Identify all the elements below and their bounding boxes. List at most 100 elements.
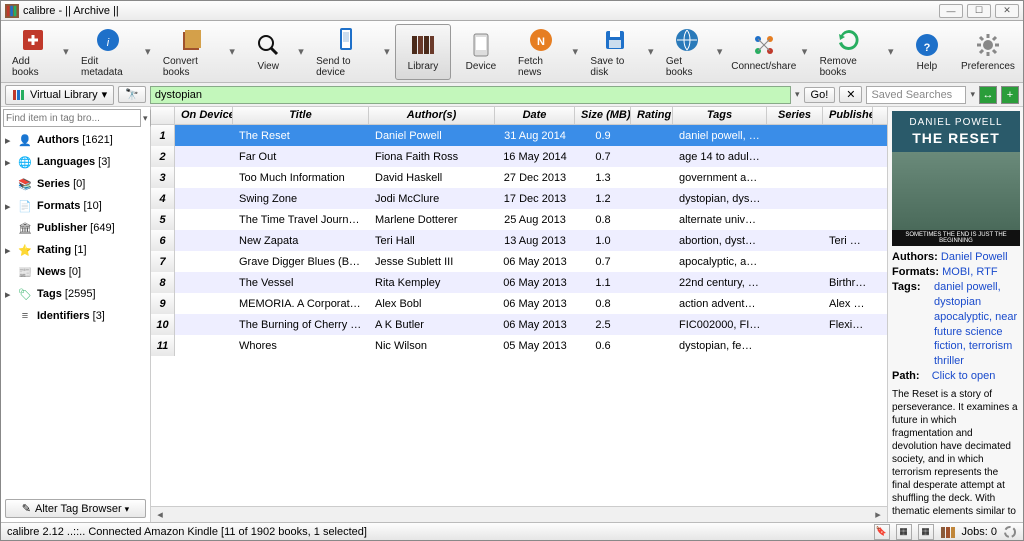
cell-size: 0.6 — [575, 338, 631, 354]
chevron-down-icon[interactable]: ▾ — [298, 45, 307, 58]
connect-share-button[interactable]: Connect/share — [728, 24, 800, 80]
category-publisher[interactable]: 🏛Publisher [649] — [1, 217, 150, 239]
saved-searches-input[interactable] — [866, 86, 966, 104]
chevron-down-icon[interactable]: ▾ — [648, 45, 657, 58]
app-icon — [5, 4, 19, 18]
preferences-button[interactable]: Preferences — [957, 24, 1019, 80]
chevron-down-icon[interactable]: ▾ — [717, 45, 726, 58]
category-identifiers[interactable]: ≡Identifiers [3] — [1, 305, 150, 327]
category-label: Identifiers [3] — [37, 310, 105, 322]
table-row[interactable]: 1The ResetDaniel Powell31 Aug 20140.9dan… — [151, 125, 887, 146]
add-books-button[interactable]: Add books — [5, 24, 61, 80]
go-button[interactable]: Go! — [804, 87, 836, 103]
chevron-down-icon[interactable]: ▾ — [63, 45, 72, 58]
device-button[interactable]: Device — [453, 24, 509, 80]
jobs-label[interactable]: Jobs: 0 — [962, 526, 997, 538]
chevron-down-icon[interactable]: ▾ — [145, 45, 154, 58]
tags-link[interactable]: daniel powell, dystopian apocalyptic, ne… — [934, 280, 1019, 369]
add-saved-button[interactable]: + — [1001, 86, 1019, 104]
cell-tags: abortion, dystopia... — [673, 233, 767, 249]
table-row[interactable]: 5The Time Travel Journals: Bridgebu...Ma… — [151, 209, 887, 230]
search-dropdown-icon[interactable]: ▾ — [795, 89, 800, 100]
cell-tags: dystopian, dystopi... — [673, 191, 767, 207]
table-row[interactable]: 3Too Much InformationDavid Haskell27 Dec… — [151, 167, 887, 188]
get-books-button[interactable]: Get books — [659, 24, 715, 80]
chevron-down-icon[interactable]: ▾ — [384, 45, 393, 58]
binoculars-button[interactable]: 🔭 — [118, 86, 146, 103]
view-button[interactable]: View — [240, 24, 296, 80]
col-title[interactable]: Title — [233, 107, 369, 124]
find-tag-input[interactable] — [3, 109, 141, 127]
category-formats[interactable]: ▸📄Formats [10] — [1, 195, 150, 217]
category-label: Languages [3] — [37, 156, 110, 168]
layout-icon[interactable]: ▦ — [896, 524, 912, 540]
col-tags[interactable]: Tags — [673, 107, 767, 124]
chevron-down-icon[interactable]: ▾ — [229, 45, 238, 58]
table-row[interactable]: 8The VesselRita Kempley06 May 20131.122n… — [151, 272, 887, 293]
cell-series — [767, 218, 823, 222]
cell-author: Alex Bobl — [369, 296, 495, 312]
convert-books-icon — [178, 26, 206, 54]
table-row[interactable]: 11WhoresNic Wilson05 May 20130.6dystopia… — [151, 335, 887, 356]
cell-tags: government abus... — [673, 170, 767, 186]
category-rating[interactable]: ▸⭐Rating [1] — [1, 239, 150, 261]
grid-icon[interactable]: ▦ — [918, 524, 934, 540]
add-books-icon — [19, 26, 47, 54]
chevron-down-icon[interactable]: ▾ — [802, 45, 811, 58]
search-input[interactable] — [150, 86, 791, 104]
category-languages[interactable]: ▸🌐Languages [3] — [1, 151, 150, 173]
books-status-icon[interactable] — [940, 524, 956, 540]
category-icon: 📄 — [17, 198, 33, 214]
jobs-spinner-icon[interactable] — [1003, 525, 1017, 539]
table-row[interactable]: 10The Burning of Cherry HillA K Butler06… — [151, 314, 887, 335]
table-row[interactable]: 2Far OutFiona Faith Ross16 May 20140.7ag… — [151, 146, 887, 167]
category-news[interactable]: 📰News [0] — [1, 261, 150, 283]
saved-dropdown-icon[interactable]: ▾ — [970, 89, 975, 100]
col-rating[interactable]: Rating — [631, 107, 673, 124]
cover-image[interactable]: DANIEL POWELL THE RESET SOMETIMES THE EN… — [892, 111, 1020, 246]
maximize-button[interactable]: ☐ — [967, 4, 991, 18]
cell-date: 05 May 2013 — [495, 338, 575, 354]
find-dropdown-icon[interactable]: ▾ — [143, 113, 148, 124]
col-publisher[interactable]: Publisher — [823, 107, 873, 124]
col-authors[interactable]: Author(s) — [369, 107, 495, 124]
category-series[interactable]: 📚Series [0] — [1, 173, 150, 195]
horizontal-scrollbar[interactable]: ◂▸ — [151, 506, 887, 522]
arrows-button[interactable]: ↔ — [979, 86, 997, 104]
fetch-news-button[interactable]: NFetch news — [511, 24, 571, 80]
expand-icon: ▸ — [5, 288, 13, 301]
authors-link[interactable]: Daniel Powell — [941, 251, 1008, 263]
chevron-down-icon[interactable]: ▾ — [573, 45, 582, 58]
cell-author: David Haskell — [369, 170, 495, 186]
help-button[interactable]: ?Help — [899, 24, 955, 80]
get-books-icon — [673, 26, 701, 54]
path-link[interactable]: Click to open — [932, 370, 996, 382]
send-to-device-button[interactable]: Send to device — [309, 24, 382, 80]
toolbar-label: View — [257, 61, 279, 72]
cell-size: 1.1 — [575, 275, 631, 291]
remove-books-button[interactable]: Remove books — [813, 24, 886, 80]
clear-search-button[interactable]: ✕ — [839, 86, 862, 103]
device-icon — [467, 31, 495, 59]
col-date[interactable]: Date — [495, 107, 575, 124]
edit-metadata-button[interactable]: iEdit metadata — [74, 24, 143, 80]
table-row[interactable]: 4Swing ZoneJodi McClure17 Dec 20131.2dys… — [151, 188, 887, 209]
alter-tag-browser-button[interactable]: ✎Alter Tag Browser ▾ — [5, 499, 146, 518]
tag-icon[interactable]: 🔖 — [874, 524, 890, 540]
table-row[interactable]: 7Grave Digger Blues (Bare Bones Edi...Je… — [151, 251, 887, 272]
col-on-device[interactable]: On Device — [175, 107, 233, 124]
table-row[interactable]: 9MEMORIA. A Corporation of LiesAlex Bobl… — [151, 293, 887, 314]
table-row[interactable]: 6New ZapataTeri Hall13 Aug 20131.0aborti… — [151, 230, 887, 251]
chevron-down-icon[interactable]: ▾ — [888, 45, 897, 58]
category-authors[interactable]: ▸👤Authors [1621] — [1, 129, 150, 151]
col-series[interactable]: Series — [767, 107, 823, 124]
category-tags[interactable]: ▸🏷Tags [2595] — [1, 283, 150, 305]
minimize-button[interactable]: — — [939, 4, 963, 18]
convert-books-button[interactable]: Convert books — [156, 24, 227, 80]
save-to-disk-button[interactable]: Save to disk — [583, 24, 646, 80]
library-button[interactable]: Library — [395, 24, 451, 80]
close-button[interactable]: ✕ — [995, 4, 1019, 18]
col-size[interactable]: Size (MB) — [575, 107, 631, 124]
formats-link[interactable]: MOBI, RTF — [942, 266, 997, 278]
virtual-library-button[interactable]: Virtual Library ▾ — [5, 85, 114, 105]
